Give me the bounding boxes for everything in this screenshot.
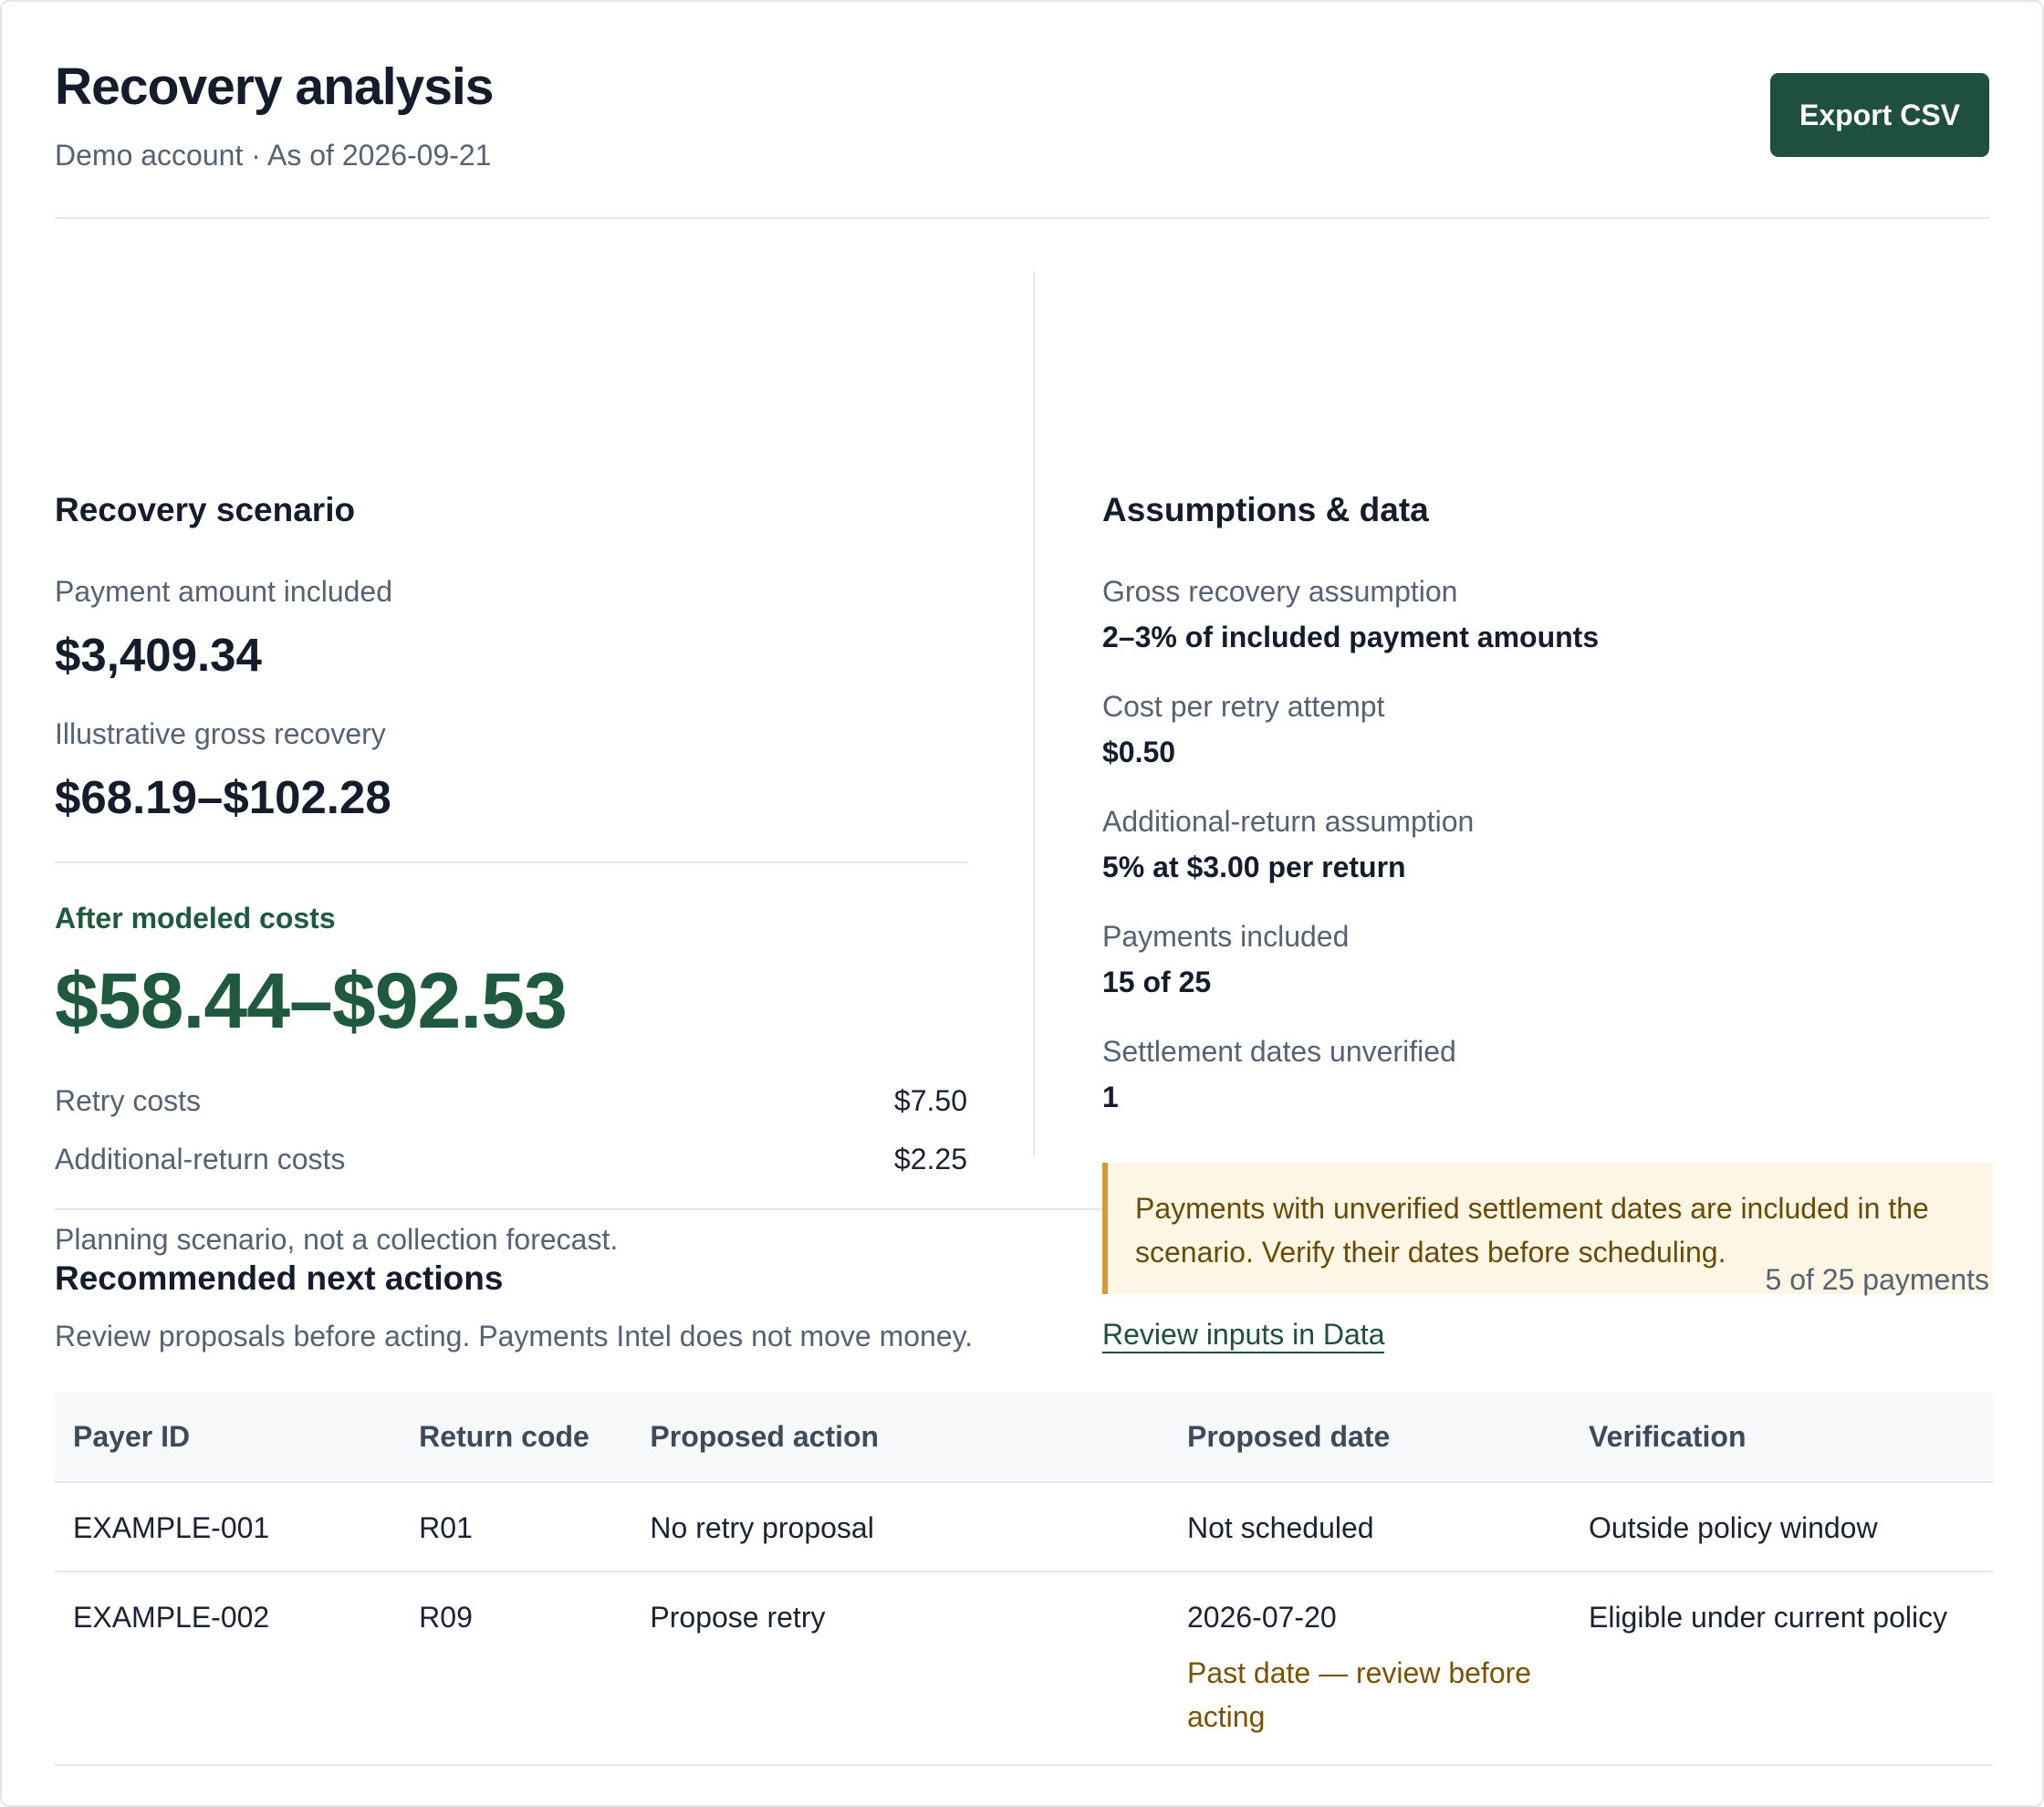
return-costs-value: $2.25 bbox=[893, 1143, 967, 1175]
table-row[interactable]: EXAMPLE-001 R01 No retry proposal Not sc… bbox=[55, 1482, 1993, 1572]
past-date-warning: Past date — review before acting bbox=[1186, 1656, 1532, 1733]
actions-description: Review proposals before acting. Payments… bbox=[55, 1320, 974, 1353]
return-costs-row: Additional-return costs $2.25 bbox=[55, 1143, 967, 1183]
table-header-row: Payer ID Return code Proposed action Pro… bbox=[55, 1393, 1993, 1483]
after-costs-label: After modeled costs bbox=[55, 902, 336, 935]
gross-recovery-value: $68.19–$102.28 bbox=[55, 771, 391, 823]
retry-costs-label: Retry costs bbox=[55, 1084, 202, 1117]
return-code-cell: R01 bbox=[401, 1482, 632, 1572]
column-divider bbox=[1033, 272, 1035, 1155]
actions-count: 5 of 25 payments bbox=[1765, 1263, 1989, 1296]
page-header: Recovery analysis Demo account · As of 2… bbox=[55, 2, 1989, 219]
return-costs-label: Additional-return costs bbox=[55, 1143, 346, 1175]
summary-section: Recovery scenario Payment amount include… bbox=[55, 219, 1993, 1353]
gross-recovery-assumption-label: Gross recovery assumption bbox=[1102, 575, 1458, 608]
recovery-analysis-card: Recovery analysis Demo account · As of 2… bbox=[0, 0, 2044, 1807]
payments-included-label: Payments included bbox=[1102, 920, 1350, 953]
gross-recovery-assumption-value: 2–3% of included payment amounts bbox=[1102, 621, 1600, 653]
proposed-action-cell: No retry proposal bbox=[631, 1482, 1169, 1572]
assumptions-title: Assumptions & data bbox=[1102, 491, 1429, 528]
proposed-date-cell: Not scheduled bbox=[1168, 1482, 1570, 1572]
column-header-proposed-date: Proposed date bbox=[1168, 1393, 1570, 1483]
payments-included-value: 15 of 25 bbox=[1102, 966, 1212, 998]
column-header-verification: Verification bbox=[1570, 1393, 1993, 1483]
additional-return-assumption-value: 5% at $3.00 per return bbox=[1102, 851, 1406, 883]
scenario-divider bbox=[55, 862, 967, 863]
verification-cell: Outside policy window bbox=[1570, 1482, 1993, 1572]
recovery-scenario-title: Recovery scenario bbox=[55, 491, 356, 528]
page-title: Recovery analysis bbox=[55, 57, 494, 116]
column-header-payer-id: Payer ID bbox=[55, 1393, 402, 1483]
after-costs-value: $58.44–$92.53 bbox=[55, 957, 568, 1045]
proposed-date-cell: 2026-07-20 Past date — review before act… bbox=[1168, 1572, 1570, 1766]
recommended-actions-section: Recommended next actions 5 of 25 payment… bbox=[55, 1210, 1993, 1794]
verification-cell: Eligible under current policy bbox=[1570, 1572, 1993, 1766]
column-header-proposed-action: Proposed action bbox=[631, 1393, 1169, 1483]
export-csv-button[interactable]: Export CSV bbox=[1770, 73, 1989, 157]
unverified-dates-label: Settlement dates unverified bbox=[1102, 1035, 1456, 1068]
table-row[interactable]: EXAMPLE-002 R09 Propose retry 2026-07-20… bbox=[55, 1572, 1993, 1766]
page-subtitle: Demo account · As of 2026-09-21 bbox=[55, 139, 492, 172]
payer-id-cell: EXAMPLE-001 bbox=[55, 1482, 402, 1572]
retry-costs-row: Retry costs $7.50 bbox=[55, 1084, 967, 1124]
return-code-cell: R09 bbox=[401, 1572, 632, 1766]
column-header-return-code: Return code bbox=[401, 1393, 632, 1483]
proposed-date-value: 2026-07-20 bbox=[1186, 1601, 1337, 1634]
actions-title: Recommended next actions bbox=[55, 1259, 504, 1297]
unverified-dates-value: 1 bbox=[1102, 1081, 1119, 1113]
payment-amount-label: Payment amount included bbox=[55, 575, 392, 608]
cost-per-retry-label: Cost per retry attempt bbox=[1102, 690, 1385, 723]
proposed-action-cell: Propose retry bbox=[631, 1572, 1169, 1766]
payment-amount-value: $3,409.34 bbox=[55, 629, 262, 681]
gross-recovery-label: Illustrative gross recovery bbox=[55, 717, 386, 750]
cost-per-retry-value: $0.50 bbox=[1102, 736, 1176, 768]
actions-table: Payer ID Return code Proposed action Pro… bbox=[55, 1393, 1993, 1766]
additional-return-assumption-label: Additional-return assumption bbox=[1102, 805, 1475, 838]
retry-costs-value: $7.50 bbox=[893, 1084, 967, 1117]
payer-id-cell: EXAMPLE-002 bbox=[55, 1572, 402, 1766]
